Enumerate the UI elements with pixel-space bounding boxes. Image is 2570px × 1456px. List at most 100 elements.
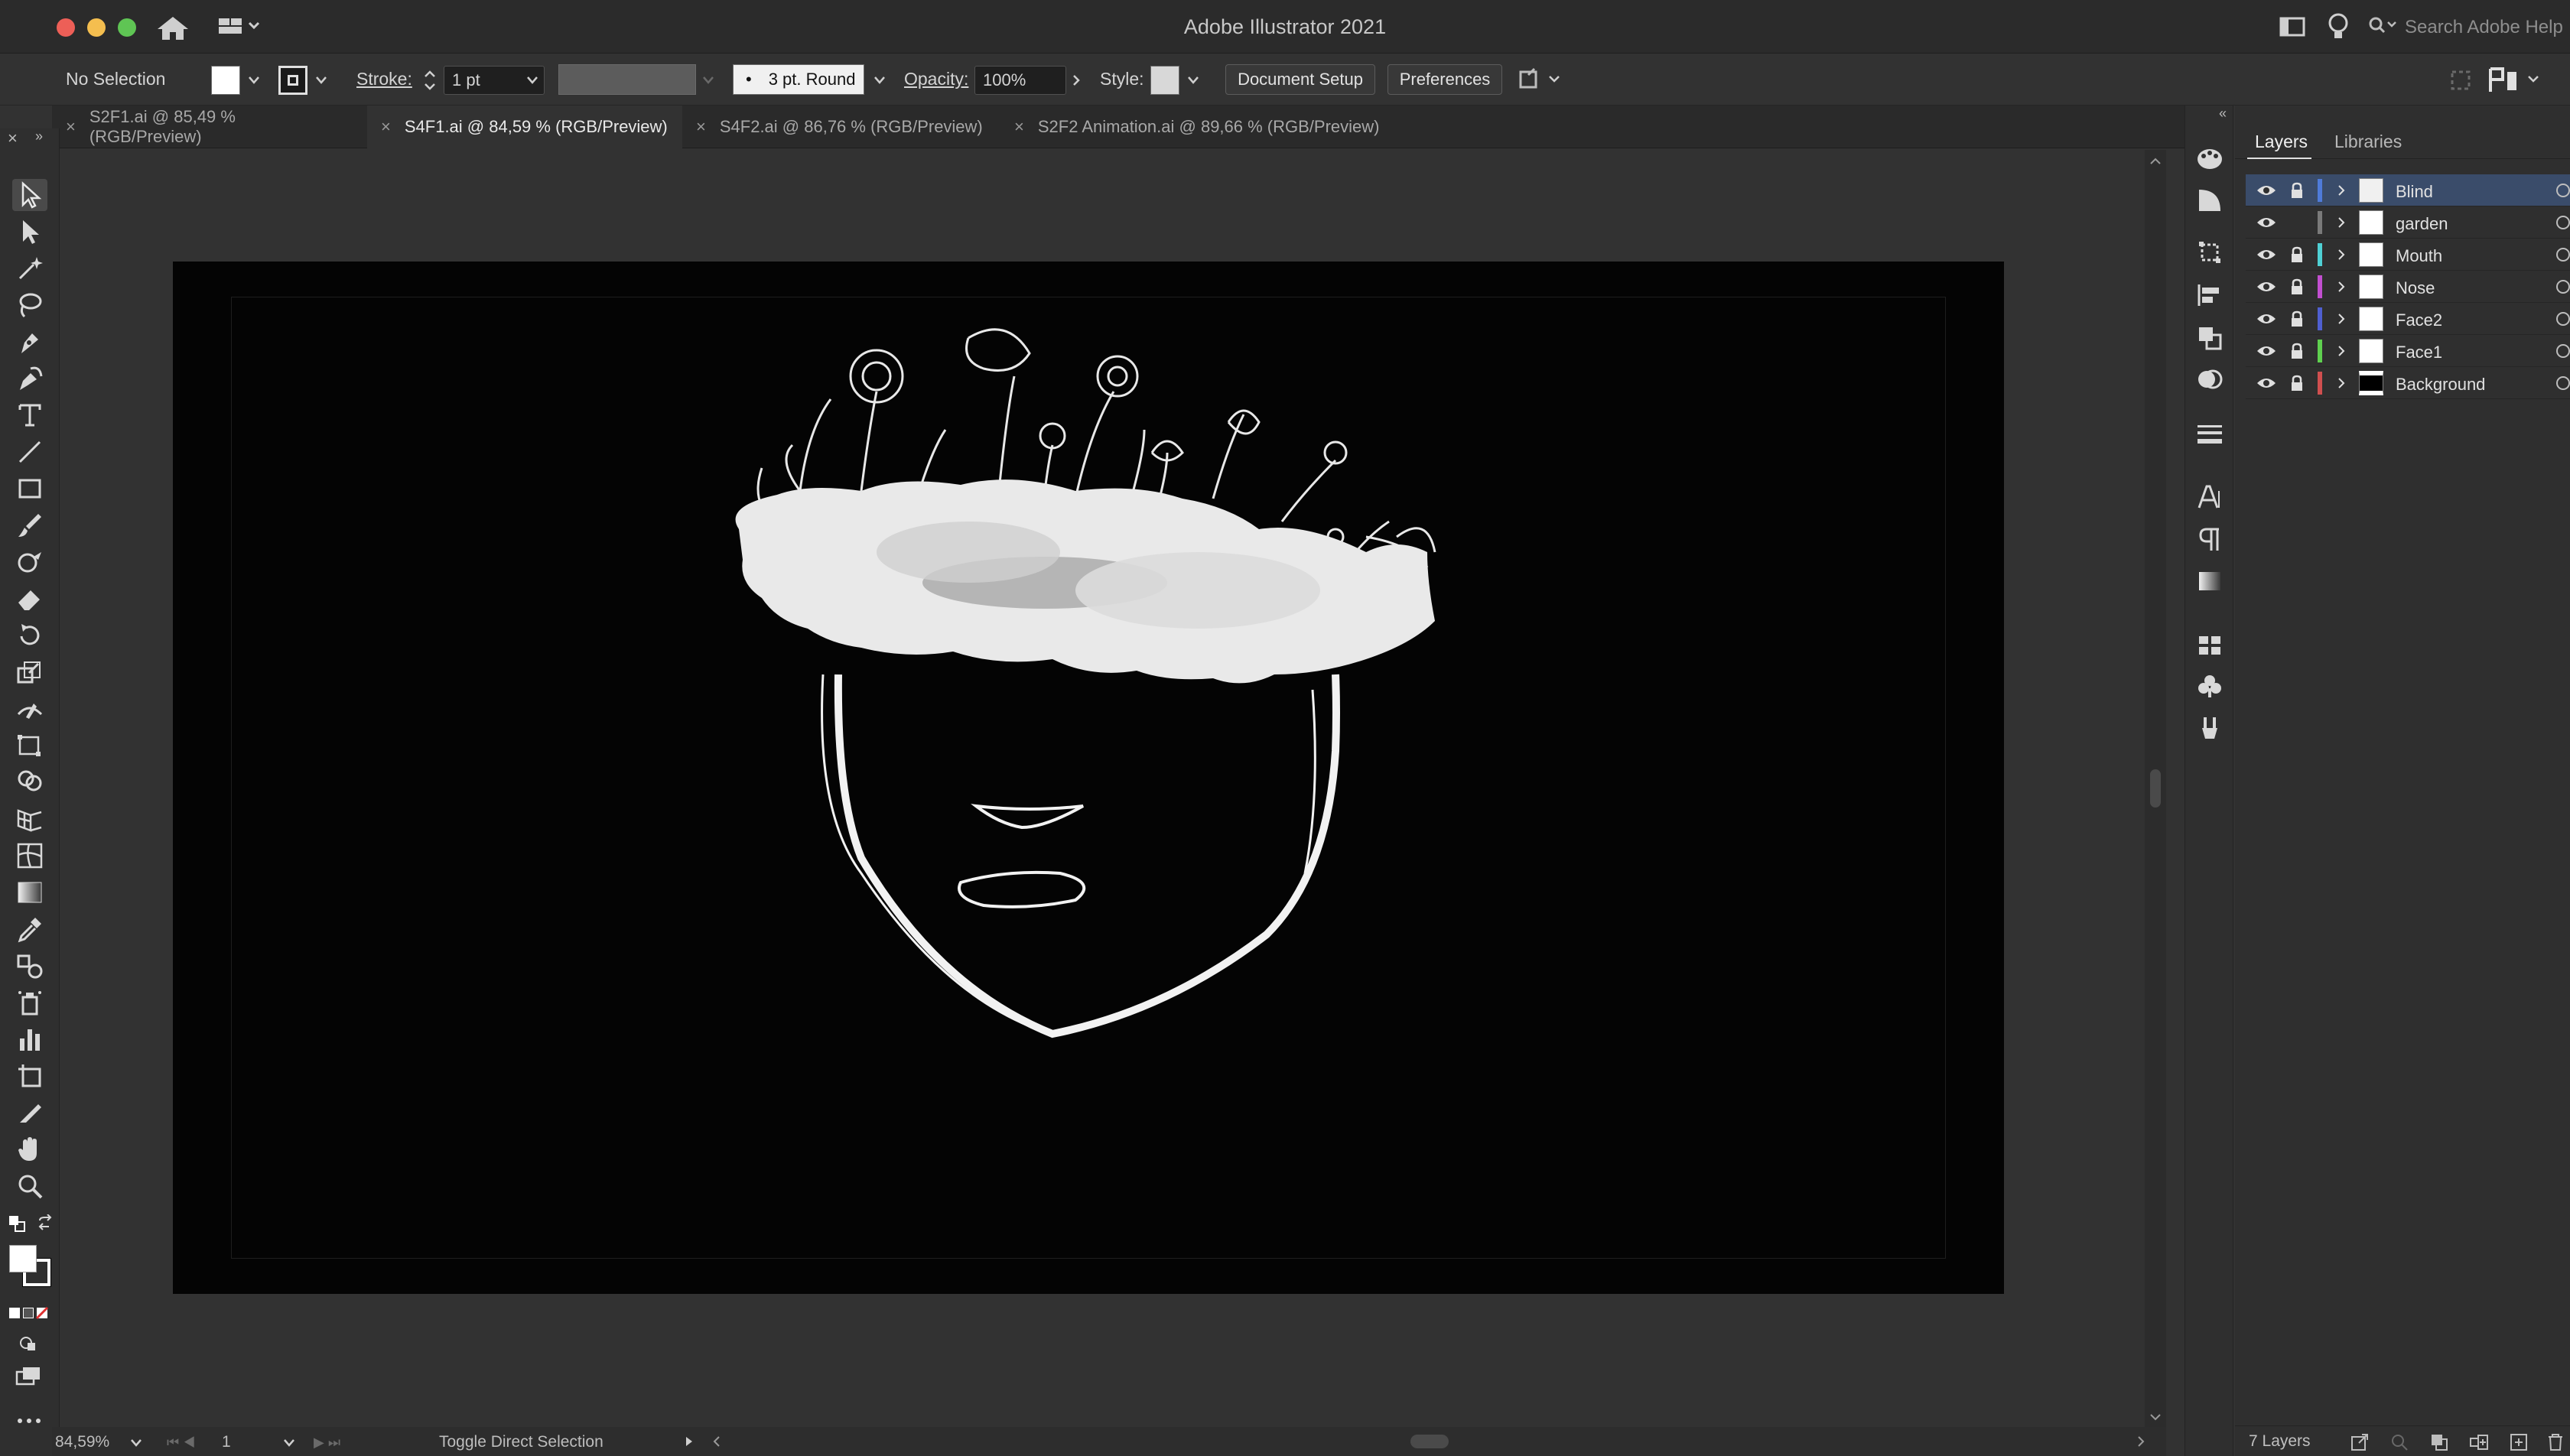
gradient-panel-icon[interactable]	[2196, 567, 2224, 595]
artboard-tool-icon[interactable]	[12, 1060, 47, 1092]
line-segment-tool-icon[interactable]	[12, 436, 47, 468]
properties-panel-icon[interactable]	[2487, 66, 2546, 95]
target-icon[interactable]	[2556, 216, 2570, 229]
layer-row-background[interactable]: Background	[2246, 367, 2570, 399]
close-icon[interactable]: ×	[381, 117, 391, 137]
slice-tool-icon[interactable]	[12, 1097, 47, 1129]
stroke-label[interactable]: Stroke:	[356, 69, 412, 89]
eye-icon[interactable]	[2256, 280, 2276, 294]
workspace-switcher-icon[interactable]	[217, 15, 263, 38]
eraser-tool-icon[interactable]	[12, 583, 47, 615]
tab-s2f2-animation[interactable]: × S2F2 Animation.ai @ 89,66 % (RGB/Previ…	[1000, 106, 1429, 148]
lock-icon[interactable]	[2290, 375, 2304, 392]
color-panel-icon[interactable]	[2196, 145, 2224, 173]
target-icon[interactable]	[2556, 248, 2570, 262]
target-icon[interactable]	[2556, 184, 2570, 197]
close-window-button[interactable]	[57, 18, 75, 37]
opacity-label[interactable]: Opacity:	[904, 69, 968, 89]
color-guide-icon[interactable]	[2196, 187, 2224, 214]
chevron-right-icon[interactable]	[2336, 376, 2347, 390]
stroke-color-dropdown-icon[interactable]	[315, 75, 327, 86]
fill-swatch[interactable]	[211, 66, 240, 95]
ui-collapse-icon[interactable]	[2449, 69, 2472, 92]
chevron-right-icon[interactable]	[2336, 312, 2347, 326]
symbols-panel-icon[interactable]	[2196, 673, 2224, 700]
graphic-style-swatch[interactable]	[1150, 66, 1179, 95]
layer-name[interactable]: Nose	[2396, 278, 2435, 298]
eye-icon[interactable]	[2256, 344, 2276, 358]
eye-icon[interactable]	[2256, 376, 2276, 390]
stroke-weight-dropdown-icon[interactable]	[526, 75, 538, 86]
brush-dropdown-icon[interactable]	[873, 75, 886, 86]
rectangle-tool-icon[interactable]	[12, 473, 47, 505]
stroke-swatch[interactable]	[278, 66, 307, 95]
layer-row-garden[interactable]: garden	[2246, 206, 2570, 239]
tab-s2f1[interactable]: × S2F1.ai @ 85,49 % (RGB/Preview)	[52, 106, 352, 148]
close-icon[interactable]: ×	[1014, 117, 1024, 137]
preferences-button[interactable]: Preferences	[1387, 64, 1502, 95]
layer-name[interactable]: Face1	[2396, 343, 2442, 362]
eye-icon[interactable]	[2256, 216, 2276, 229]
locate-object-icon[interactable]	[2389, 1432, 2409, 1452]
type-tool-icon[interactable]	[12, 399, 47, 431]
paragraph-panel-icon[interactable]	[2196, 526, 2224, 554]
vertical-scrollbar[interactable]	[2145, 150, 2166, 1428]
chevron-right-icon[interactable]	[2336, 216, 2347, 229]
hand-tool-icon[interactable]	[12, 1133, 47, 1165]
swap-fill-stroke-icon[interactable]	[37, 1214, 55, 1233]
layer-row-nose[interactable]: Nose	[2246, 271, 2570, 303]
align-panel-icon[interactable]	[2196, 281, 2224, 309]
more-tools-icon[interactable]	[15, 1415, 43, 1427]
status-menu-arrow-icon[interactable]	[684, 1435, 695, 1448]
fill-color-box[interactable]	[9, 1245, 37, 1272]
eyedropper-tool-icon[interactable]	[12, 913, 47, 945]
help-search-input[interactable]: Search Adobe Help	[2368, 14, 2567, 41]
paintbrush-tool-icon[interactable]	[12, 509, 47, 541]
close-icon[interactable]: ×	[696, 117, 706, 137]
zoom-level-field[interactable]: 84,59%	[55, 1433, 109, 1451]
brushes-panel-icon[interactable]	[2196, 714, 2224, 742]
curvature-tool-icon[interactable]	[12, 362, 47, 395]
export-icon[interactable]	[2350, 1432, 2370, 1452]
target-icon[interactable]	[2556, 312, 2570, 326]
shape-builder-tool-icon[interactable]	[12, 766, 47, 798]
collapse-dock-icon[interactable]: «	[2219, 106, 2227, 122]
artwork-illustration[interactable]	[173, 262, 2004, 1294]
width-profile-dropdown-icon[interactable]	[702, 75, 714, 86]
draw-mode-icon[interactable]	[17, 1334, 40, 1352]
clipping-mask-icon[interactable]	[2429, 1432, 2449, 1452]
layer-name[interactable]: Face2	[2396, 310, 2442, 330]
vertical-scroll-thumb[interactable]	[2150, 769, 2161, 808]
chevron-right-icon[interactable]	[2336, 280, 2347, 294]
free-transform-tool-icon[interactable]	[12, 730, 47, 762]
layer-name[interactable]: Blind	[2396, 182, 2433, 202]
tab-s4f2[interactable]: × S4F2.ai @ 86,76 % (RGB/Preview)	[682, 106, 997, 148]
lock-icon[interactable]	[2290, 182, 2304, 199]
zoom-dropdown-icon[interactable]	[130, 1438, 142, 1448]
lock-icon[interactable]	[2290, 246, 2304, 263]
target-icon[interactable]	[2556, 280, 2570, 294]
eye-icon[interactable]	[2256, 248, 2276, 262]
direct-selection-tool-icon[interactable]	[12, 216, 47, 248]
lock-icon[interactable]	[2290, 278, 2304, 295]
layer-row-blind[interactable]: Blind	[2246, 174, 2570, 206]
column-graph-tool-icon[interactable]	[12, 1023, 47, 1055]
magic-wand-tool-icon[interactable]	[12, 252, 47, 284]
variable-width-profile[interactable]	[558, 64, 696, 95]
pen-tool-icon[interactable]	[12, 326, 47, 358]
home-icon[interactable]	[156, 15, 190, 41]
layer-name[interactable]: garden	[2396, 214, 2448, 234]
blend-tool-icon[interactable]	[12, 950, 47, 982]
layer-name[interactable]: Mouth	[2396, 246, 2442, 266]
chevron-right-icon[interactable]	[2336, 248, 2347, 262]
chevron-right-icon[interactable]	[2336, 344, 2347, 358]
layer-row-face1[interactable]: Face1	[2246, 335, 2570, 367]
zoom-tool-icon[interactable]	[12, 1170, 47, 1202]
stroke-panel-icon[interactable]	[2196, 421, 2224, 448]
target-icon[interactable]	[2556, 376, 2570, 390]
discover-bulb-icon[interactable]	[2327, 12, 2350, 41]
document-canvas[interactable]	[61, 150, 2166, 1428]
artboard-nav-first-prev[interactable]: ⏮ ◀	[167, 1435, 195, 1451]
eye-icon[interactable]	[2256, 184, 2276, 197]
minimize-window-button[interactable]	[87, 18, 106, 37]
